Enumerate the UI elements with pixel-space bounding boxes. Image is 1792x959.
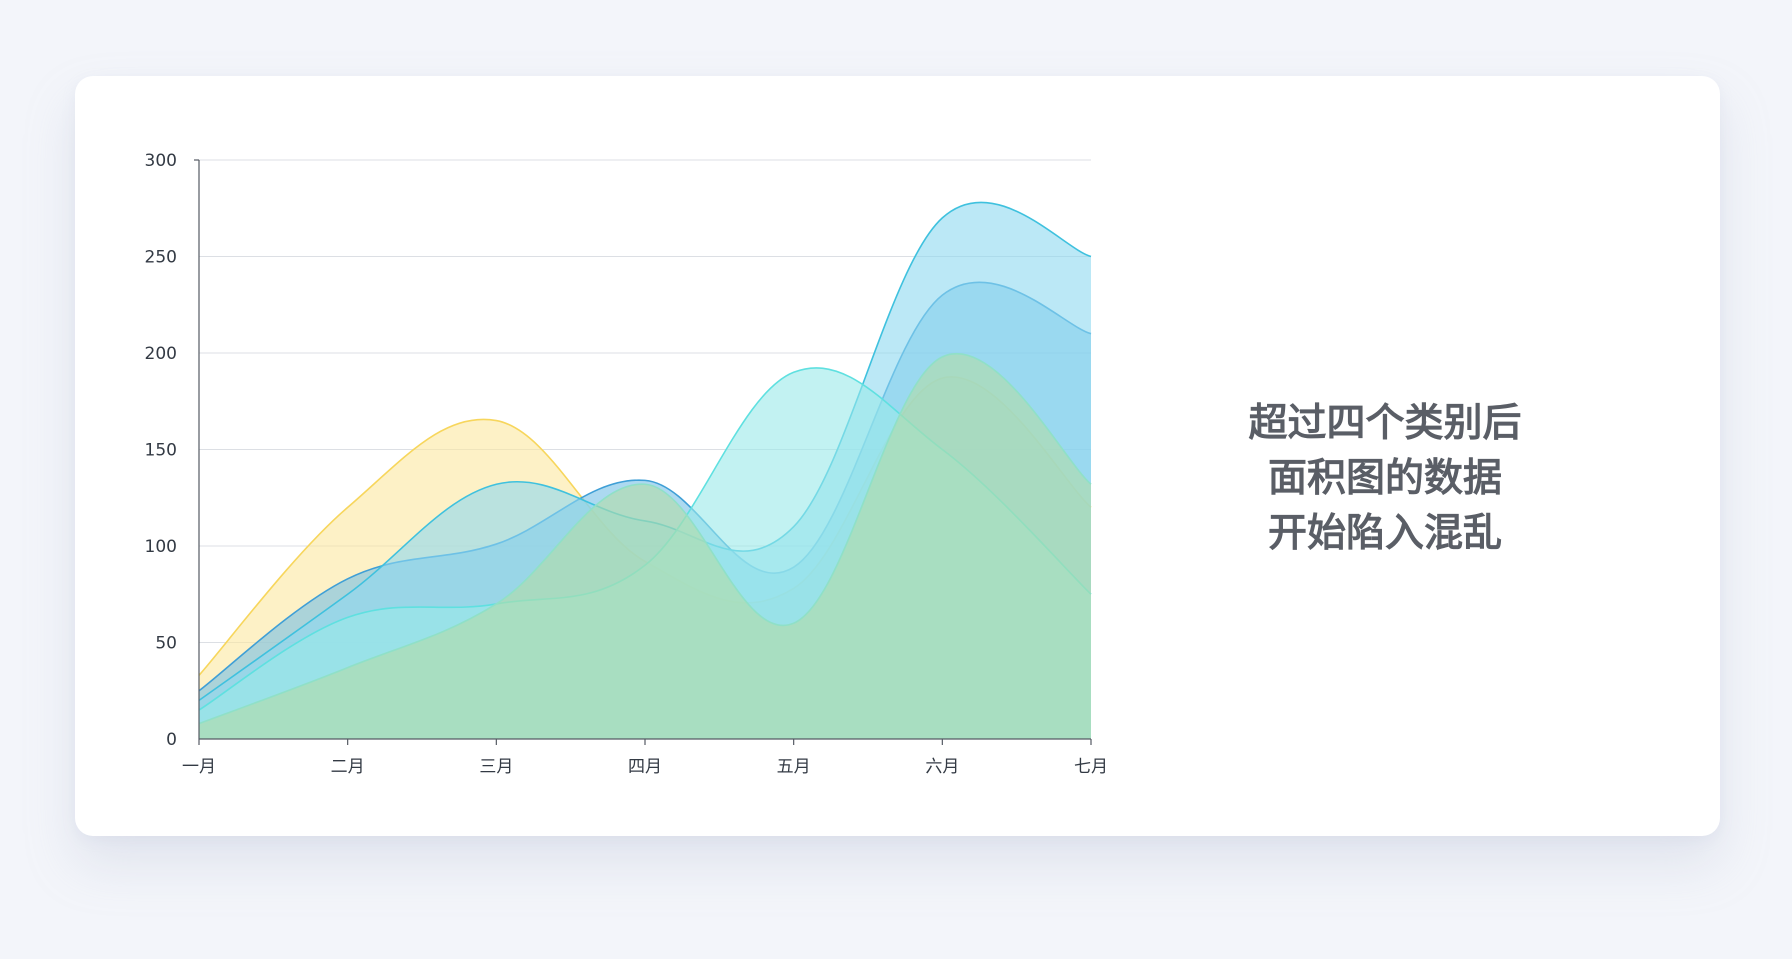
x-tick-label: 一月 — [182, 757, 216, 777]
series-layer — [198, 201, 1092, 739]
caption-line-3: 开始陷入混乱 — [1267, 511, 1502, 556]
caption-line-2: 面积图的数据 — [1267, 456, 1502, 501]
caption-line-1: 超过四个类别后 — [1248, 401, 1522, 446]
y-tick-label: 100 — [145, 537, 177, 557]
x-tick-label: 七月 — [1074, 757, 1108, 777]
y-tick-label: 250 — [145, 248, 177, 268]
y-tick-label: 150 — [145, 441, 177, 461]
page: 0 50 100 150 200 250 300 一月 二月 三月 四月 五月 六月 七月 超过四个类别后… — [0, 0, 1792, 959]
y-tick-label: 0 — [166, 730, 177, 750]
x-tick-label: 二月 — [331, 757, 365, 777]
x-tick-label: 五月 — [777, 757, 811, 777]
x-tick-label: 六月 — [925, 757, 959, 777]
chart-caption: 超过四个类别后 面积图的数据 开始陷入混乱 — [1165, 396, 1605, 561]
y-tick-label: 50 — [155, 634, 177, 654]
x-tick-label: 三月 — [479, 757, 513, 777]
y-tick-label: 300 — [145, 151, 177, 171]
y-tick-label: 200 — [145, 344, 177, 364]
x-tick-label: 四月 — [628, 757, 662, 777]
chart-card: 0 50 100 150 200 250 300 一月 二月 三月 四月 五月 六月 七月 超过四个类别后… — [75, 76, 1720, 836]
